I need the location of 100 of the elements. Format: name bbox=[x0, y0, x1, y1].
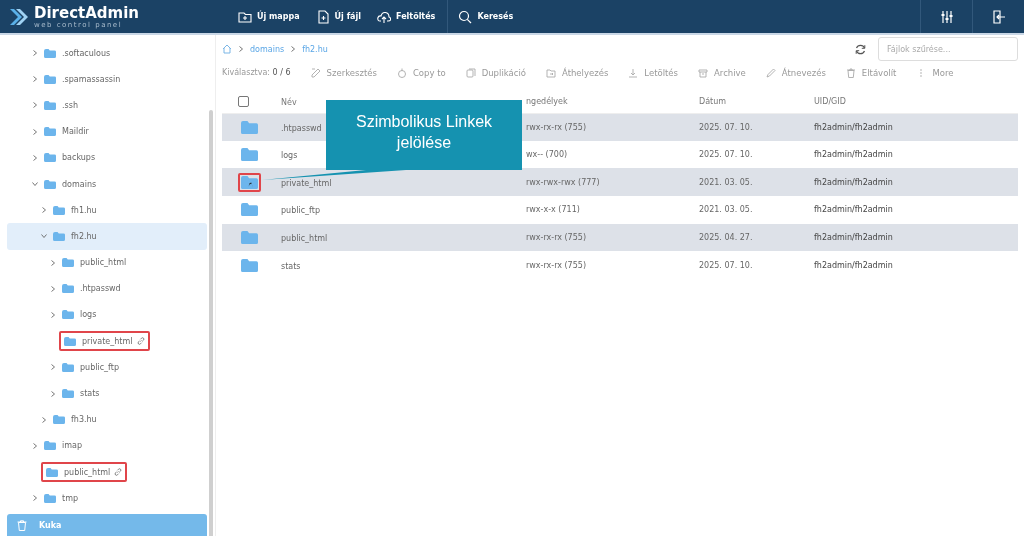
folder-icon bbox=[44, 48, 56, 58]
chevron-icon bbox=[50, 390, 56, 397]
tree-item[interactable]: backups bbox=[7, 144, 207, 171]
date-text: 2025. 07. 10. bbox=[699, 260, 753, 270]
permissions-text: rwx-rx-rx (755) bbox=[526, 122, 586, 132]
file-name[interactable]: stats bbox=[281, 261, 301, 271]
chevron-icon bbox=[50, 364, 56, 371]
tree-item[interactable]: private_html bbox=[7, 328, 207, 355]
trash-icon bbox=[17, 519, 27, 531]
archive-icon bbox=[698, 67, 709, 78]
folder-icon bbox=[53, 415, 65, 425]
folder-icon bbox=[62, 362, 74, 372]
sliders-icon[interactable] bbox=[940, 10, 953, 23]
file-name[interactable]: public_html bbox=[281, 234, 328, 244]
column-header[interactable]: Név bbox=[281, 97, 297, 107]
move-folder-icon bbox=[545, 67, 556, 78]
chevron-icon bbox=[50, 259, 56, 266]
trash-icon bbox=[845, 67, 856, 78]
tree-item[interactable]: fh1.hu bbox=[7, 197, 207, 224]
upload-icon bbox=[377, 9, 391, 24]
column-header[interactable]: Dátum bbox=[699, 96, 727, 106]
date-text: 2021. 03. 05. bbox=[699, 205, 753, 215]
tree-item[interactable]: .spamassassin bbox=[7, 66, 207, 93]
permissions-text: rwx-rwx-rwx (777) bbox=[526, 177, 600, 187]
permissions-text: rwx-rx-rx (755) bbox=[526, 260, 586, 270]
file-name[interactable]: logs bbox=[281, 151, 298, 161]
tree-item[interactable]: Maildir bbox=[7, 118, 207, 145]
tree-item[interactable]: .ssh bbox=[7, 92, 207, 119]
edit-icon bbox=[310, 67, 321, 78]
tree-item[interactable]: .htpasswd bbox=[7, 275, 207, 302]
tree-item[interactable]: stats bbox=[7, 380, 207, 407]
folder-icon bbox=[44, 127, 56, 137]
tree-item[interactable]: public_html bbox=[7, 459, 207, 486]
toolbar-button[interactable]: Új mappa bbox=[230, 0, 308, 33]
tree-item[interactable]: fh3.hu bbox=[7, 406, 207, 433]
date-text: 2025. 04. 27. bbox=[699, 233, 753, 243]
folder-icon bbox=[44, 74, 56, 84]
new-folder-icon bbox=[238, 9, 252, 24]
select-all-checkbox[interactable] bbox=[238, 95, 249, 107]
new-file-icon bbox=[315, 9, 330, 24]
folder-icon bbox=[62, 310, 74, 320]
tree-item[interactable]: fh2.hu bbox=[7, 223, 207, 250]
tree-item[interactable]: imap bbox=[7, 432, 207, 459]
tree-item[interactable]: public_ftp bbox=[7, 354, 207, 381]
owner-text: fh2admin/fh2admin bbox=[814, 177, 893, 187]
chevron-icon bbox=[50, 311, 56, 318]
folder-icon bbox=[46, 467, 58, 477]
owner-text: fh2admin/fh2admin bbox=[814, 122, 893, 132]
toolbar-button[interactable]: Feltöltés bbox=[369, 0, 444, 33]
chevron-icon bbox=[32, 102, 38, 109]
folder-icon bbox=[44, 100, 56, 110]
folder-icon bbox=[44, 153, 56, 163]
filter-field[interactable]: Fájlok szűrése... bbox=[878, 37, 1018, 61]
toolbar-button[interactable]: Keresés bbox=[447, 0, 522, 33]
permissions-text: rwx-rx-rx (755) bbox=[526, 233, 586, 243]
copy-icon bbox=[396, 67, 407, 78]
chevron-icon bbox=[50, 285, 56, 292]
permissions-text: rwx-x-x (711) bbox=[526, 205, 580, 215]
file-name[interactable]: .htpasswd bbox=[281, 123, 322, 133]
folder-icon bbox=[53, 231, 65, 241]
folder-icon bbox=[53, 205, 65, 215]
toolbar-button[interactable]: Új fájl bbox=[307, 0, 369, 33]
chevron-icon bbox=[41, 207, 47, 214]
folder-icon bbox=[62, 258, 74, 268]
permissions-text: wx-- (700) bbox=[526, 150, 568, 160]
column-header[interactable]: ngedélyek bbox=[526, 96, 568, 106]
chevron-icon bbox=[32, 181, 38, 188]
folder-icon bbox=[62, 284, 74, 294]
owner-text: fh2admin/fh2admin bbox=[814, 260, 893, 270]
owner-text: fh2admin/fh2admin bbox=[814, 150, 893, 160]
date-text: 2025. 07. 10. bbox=[699, 122, 753, 132]
pencil-icon bbox=[765, 67, 776, 78]
chevron-icon bbox=[32, 50, 38, 57]
folder-icon bbox=[44, 441, 56, 451]
tree-item[interactable]: domains bbox=[7, 170, 207, 198]
tree-item[interactable]: public_html bbox=[7, 249, 207, 276]
scrollbar[interactable] bbox=[209, 110, 213, 536]
file-name[interactable]: private_html bbox=[281, 178, 332, 188]
file-name[interactable]: public_ftp bbox=[281, 206, 320, 216]
link-icon bbox=[136, 337, 145, 346]
logout-icon[interactable] bbox=[992, 9, 1005, 24]
tree-item[interactable]: .softaculous bbox=[7, 40, 207, 67]
logo-icon bbox=[10, 6, 28, 27]
owner-text: fh2admin/fh2admin bbox=[814, 233, 893, 243]
folder-icon bbox=[44, 493, 56, 503]
chevron-icon bbox=[32, 442, 38, 449]
duplicate-icon bbox=[465, 67, 476, 78]
selection-count: Kiválasztva: 0 / 6 bbox=[222, 68, 291, 77]
chevron-icon bbox=[41, 416, 47, 423]
column-header[interactable]: UID/GID bbox=[814, 96, 846, 106]
refresh-icon[interactable] bbox=[855, 43, 866, 55]
chevron-icon bbox=[290, 46, 297, 52]
chevron-icon bbox=[32, 495, 38, 502]
chevron-icon bbox=[238, 46, 244, 52]
tree-item[interactable]: logs bbox=[7, 301, 207, 329]
search-icon bbox=[458, 9, 473, 24]
chevron-icon bbox=[41, 233, 47, 240]
folder-icon bbox=[44, 179, 56, 189]
tree-item[interactable]: tmp bbox=[7, 485, 207, 512]
chevron-icon bbox=[32, 154, 38, 161]
